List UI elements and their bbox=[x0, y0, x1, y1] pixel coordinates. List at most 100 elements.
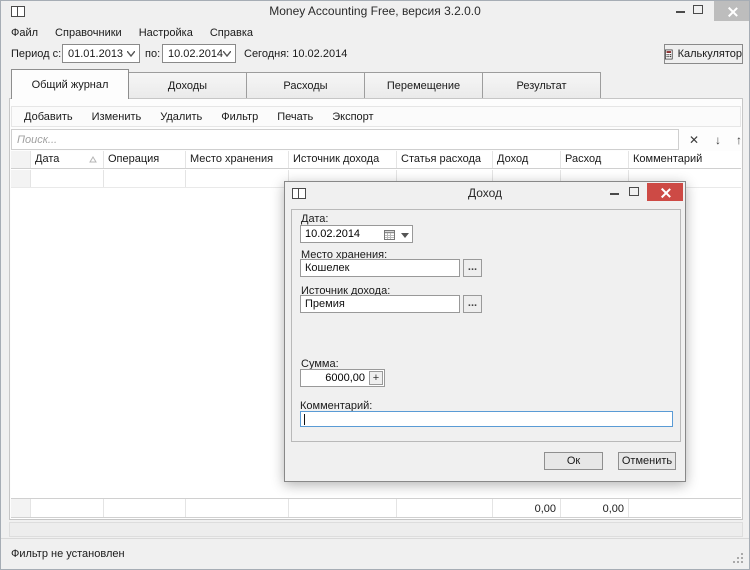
totals-cell bbox=[289, 499, 397, 517]
period-to-label: по: bbox=[145, 48, 161, 60]
totals-row: 0,00 0,00 bbox=[11, 498, 741, 518]
calculator-icon bbox=[665, 49, 673, 59]
period-from-value: 01.01.2013 bbox=[68, 47, 124, 60]
minimize-icon[interactable] bbox=[676, 11, 685, 13]
amount-field[interactable]: + bbox=[300, 369, 385, 387]
tab-label: Расходы bbox=[283, 79, 328, 92]
period-from-combo[interactable]: 01.01.2013 bbox=[62, 44, 140, 63]
main-window: Money Accounting Free, версия 3.2.0.0 Фа… bbox=[0, 0, 750, 570]
header-expense[interactable]: Расход bbox=[561, 151, 629, 168]
tab-strip: Общий журнал Доходы Расходы Перемещение … bbox=[11, 69, 601, 99]
header-label: Место хранения bbox=[190, 153, 274, 165]
dialog-title: Доход bbox=[467, 186, 503, 200]
period-from-label: Период с: bbox=[11, 48, 62, 60]
tab-incomes[interactable]: Доходы bbox=[129, 72, 247, 99]
row-cell bbox=[104, 170, 186, 187]
dialog-maximize-icon[interactable] bbox=[629, 187, 639, 196]
header-label: Источник дохода bbox=[293, 153, 380, 165]
resize-grip-icon[interactable] bbox=[733, 553, 744, 564]
text-caret bbox=[304, 414, 305, 425]
dialog-minimize-icon[interactable] bbox=[610, 193, 619, 195]
dialog-close-icon[interactable] bbox=[647, 183, 683, 201]
header-storage[interactable]: Место хранения bbox=[186, 151, 289, 168]
dialog-fields-panel: Дата: Место хранения: ... Источник доход… bbox=[291, 209, 681, 442]
close-x-glyph bbox=[728, 7, 737, 16]
date-picker[interactable] bbox=[300, 225, 413, 243]
cancel-button[interactable]: Отменить bbox=[618, 452, 676, 470]
totals-selector-cell bbox=[11, 499, 31, 517]
chevron-down-icon bbox=[223, 51, 231, 57]
date-input[interactable] bbox=[301, 226, 376, 242]
maximize-icon[interactable] bbox=[693, 5, 703, 14]
menu-help[interactable]: Справка bbox=[210, 27, 253, 39]
header-income[interactable]: Доход bbox=[493, 151, 561, 168]
tab-transfer[interactable]: Перемещение bbox=[365, 72, 483, 99]
tab-result[interactable]: Результат bbox=[483, 72, 601, 99]
source-input[interactable] bbox=[300, 295, 460, 313]
tab-general-journal[interactable]: Общий журнал bbox=[11, 69, 129, 99]
title-bar: Money Accounting Free, версия 3.2.0.0 bbox=[1, 1, 749, 23]
calculator-button[interactable]: Калькулятор bbox=[664, 44, 743, 64]
clear-search-icon[interactable]: ✕ bbox=[685, 131, 703, 148]
action-filter[interactable]: Фильтр bbox=[219, 111, 269, 123]
period-to-combo[interactable]: 10.02.2014 bbox=[162, 44, 236, 63]
tab-label: Доходы bbox=[167, 79, 208, 92]
header-income-source[interactable]: Источник дохода bbox=[289, 151, 397, 168]
totals-cell bbox=[629, 499, 741, 517]
header-expense-item[interactable]: Статья расхода bbox=[397, 151, 493, 168]
header-label: Расход bbox=[565, 153, 602, 165]
period-to-value: 10.02.2014 bbox=[168, 47, 224, 60]
dialog-close-x-glyph bbox=[661, 188, 670, 197]
search-row: ✕ ↓ ↑ bbox=[11, 129, 742, 150]
row-cell bbox=[186, 170, 289, 187]
header-date[interactable]: Дата bbox=[31, 151, 104, 168]
storage-input[interactable] bbox=[300, 259, 460, 277]
today-label: Сегодня: 10.02.2014 bbox=[244, 48, 348, 60]
income-dialog: Доход Дата: Место хранения: ... Источник bbox=[284, 181, 686, 482]
action-add[interactable]: Добавить bbox=[22, 111, 84, 123]
tab-expenses[interactable]: Расходы bbox=[247, 72, 365, 99]
totals-cell bbox=[31, 499, 104, 517]
tab-label: Результат bbox=[516, 79, 567, 92]
comment-input[interactable] bbox=[300, 411, 673, 427]
menu-settings[interactable]: Настройка bbox=[139, 27, 193, 39]
chevron-down-icon bbox=[127, 51, 135, 57]
totals-cell bbox=[186, 499, 289, 517]
action-print[interactable]: Печать bbox=[275, 111, 324, 123]
menu-bar: Файл Справочники Настройка Справка bbox=[1, 24, 749, 41]
arrow-up-icon[interactable]: ↑ bbox=[730, 131, 748, 148]
header-comment[interactable]: Комментарий bbox=[629, 151, 741, 168]
action-strip: Добавить Изменить Удалить Фильтр Печать … bbox=[11, 106, 741, 127]
menu-directories[interactable]: Справочники bbox=[55, 27, 122, 39]
tab-label: Перемещение bbox=[386, 79, 461, 92]
ok-button[interactable]: Ок bbox=[544, 452, 603, 470]
sort-ascending-icon bbox=[89, 156, 97, 163]
action-delete[interactable]: Удалить bbox=[158, 111, 213, 123]
header-label: Статья расхода bbox=[401, 153, 482, 165]
status-text: Фильтр не установлен bbox=[11, 548, 125, 560]
table-header: Дата Операция Место хранения Источник до… bbox=[11, 151, 741, 169]
total-income: 0,00 bbox=[493, 499, 561, 517]
amount-input[interactable] bbox=[301, 370, 367, 386]
chevron-down-icon bbox=[401, 233, 409, 238]
close-icon[interactable] bbox=[714, 1, 749, 21]
storage-browse-button[interactable]: ... bbox=[463, 259, 482, 277]
menu-file[interactable]: Файл bbox=[11, 27, 38, 39]
dialog-title-bar: Доход bbox=[285, 182, 685, 204]
header-selector bbox=[11, 151, 31, 168]
source-browse-button[interactable]: ... bbox=[463, 295, 482, 313]
header-operation[interactable]: Операция bbox=[104, 151, 186, 168]
action-edit[interactable]: Изменить bbox=[90, 111, 153, 123]
search-input[interactable] bbox=[11, 129, 679, 150]
calendar-icon bbox=[384, 230, 395, 240]
action-export[interactable]: Экспорт bbox=[330, 111, 384, 123]
bottom-panel bbox=[9, 522, 743, 537]
header-label: Доход bbox=[497, 153, 529, 165]
header-label: Комментарий bbox=[633, 153, 703, 165]
calculator-label: Калькулятор bbox=[677, 48, 742, 60]
window-title: Money Accounting Free, версия 3.2.0.0 bbox=[269, 4, 481, 18]
period-toolbar: Период с: 01.01.2013 по: 10.02.2014 Сего… bbox=[1, 41, 749, 67]
arrow-down-icon[interactable]: ↓ bbox=[709, 131, 727, 148]
row-cell bbox=[31, 170, 104, 187]
amount-spin-button[interactable]: + bbox=[369, 371, 383, 385]
